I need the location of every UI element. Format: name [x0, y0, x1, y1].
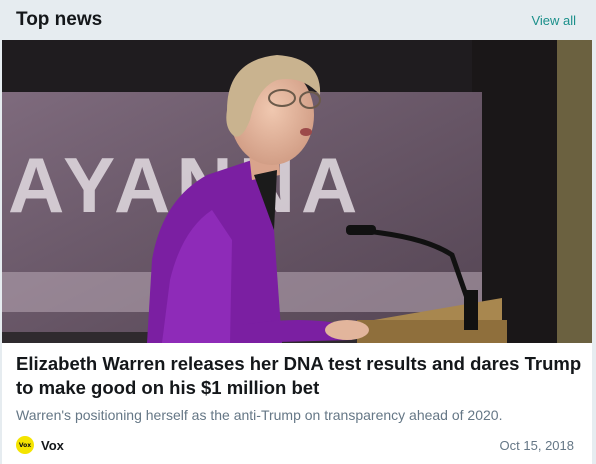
view-all-link[interactable]: View all: [531, 13, 576, 28]
vox-logo-icon: Vox: [16, 436, 34, 454]
news-card[interactable]: AYANNA Elizabeth Warren releases her DNA…: [2, 40, 592, 464]
story-summary: Warren's positioning herself as the anti…: [16, 407, 503, 423]
story-date: Oct 15, 2018: [499, 438, 574, 453]
headline-link[interactable]: Elizabeth Warren releases her DNA test r…: [16, 352, 582, 400]
section-title: Top news: [16, 9, 103, 30]
source-name[interactable]: Vox: [41, 438, 64, 453]
source-attribution[interactable]: Vox Vox: [16, 436, 64, 454]
top-news-header: Top news View all: [0, 0, 596, 40]
news-photo[interactable]: AYANNA: [2, 40, 592, 343]
